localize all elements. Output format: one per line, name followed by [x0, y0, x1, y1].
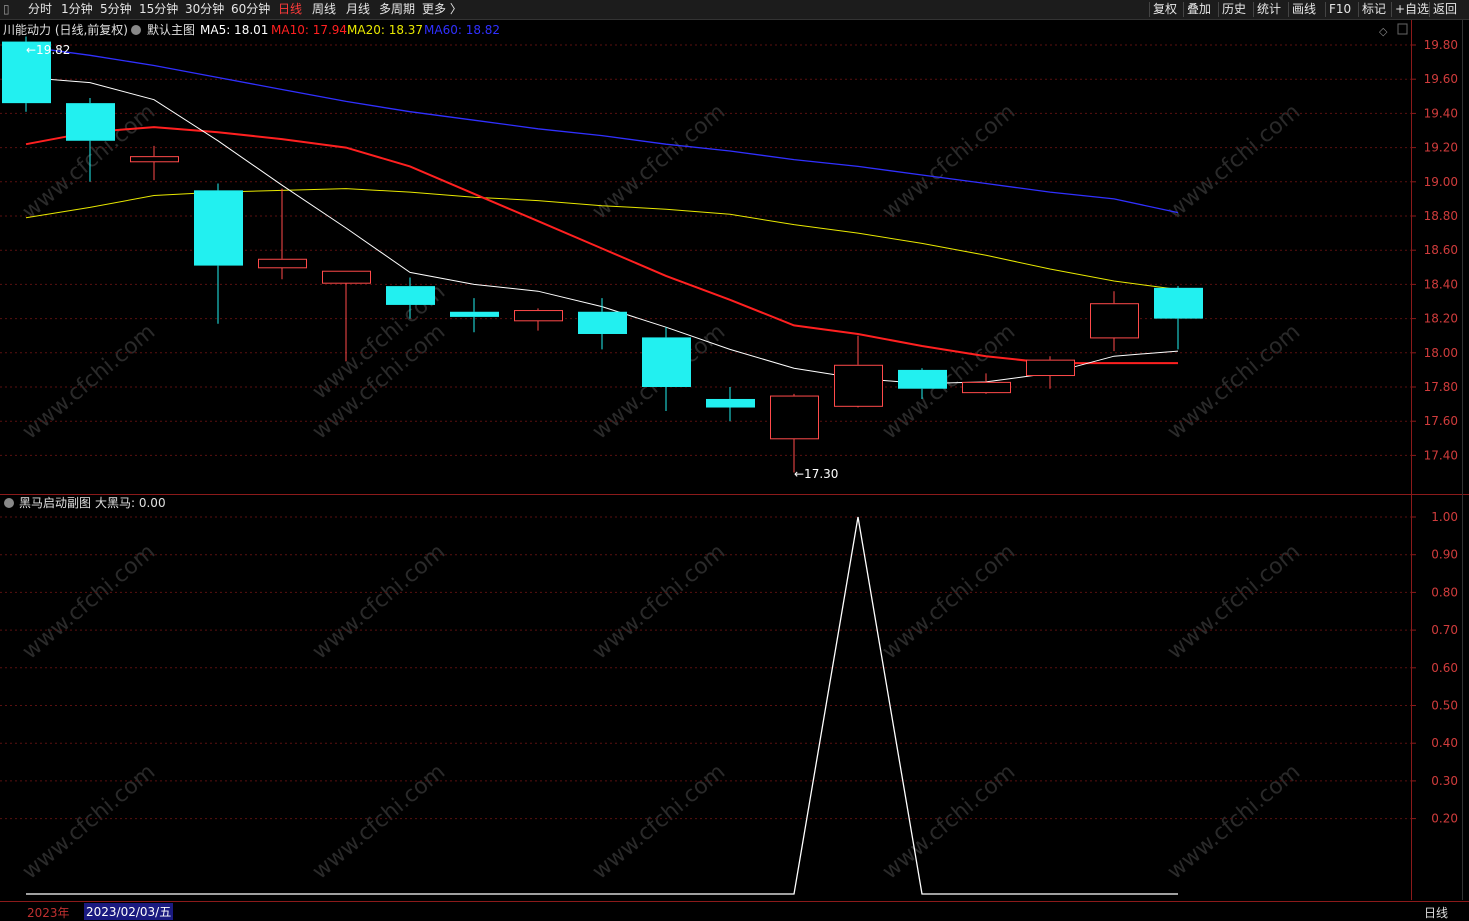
toolbar-separator: [1218, 2, 1219, 17]
indicator-menu-icon[interactable]: [131, 25, 141, 35]
candle-body-down: [706, 398, 755, 408]
ma10-value: MA10: 17.94: [271, 23, 347, 37]
ma60-value: MA60: 18.82: [424, 23, 500, 37]
ma5-value: MA5: 18.01: [200, 23, 268, 37]
tab-m15[interactable]: 15分钟: [139, 1, 178, 18]
dahei-ma-value: 大黑马: 0.00: [95, 496, 166, 510]
btn-lishi[interactable]: 历史: [1222, 1, 1246, 18]
indicator-tick-label: 1.00: [1431, 510, 1458, 524]
price-tick-label: 18.60: [1424, 243, 1458, 257]
candle-body-up: [962, 381, 1011, 394]
indicator-tick-label: 0.20: [1431, 812, 1458, 826]
price-tick-label: 18.20: [1424, 312, 1458, 326]
tab-m30[interactable]: 30分钟: [185, 1, 224, 18]
price-tick-label: 19.00: [1424, 175, 1458, 189]
sub-indicator-menu-icon[interactable]: [4, 498, 14, 508]
diamond-icon: ◇: [1379, 25, 1388, 38]
indicator-tick-label: 0.30: [1431, 774, 1458, 788]
candle-body-up: [834, 364, 883, 407]
btn-biaoji[interactable]: 标记: [1362, 1, 1386, 18]
btn-huaxian[interactable]: 画线: [1292, 1, 1316, 18]
candle-body-up: [1090, 303, 1139, 339]
ma20-value: MA20: 18.37: [347, 23, 423, 37]
price-tick-label: 18.80: [1424, 209, 1458, 223]
price-tick-label: 19.40: [1424, 106, 1458, 120]
year-label: 2023年: [27, 906, 70, 920]
tab-m1[interactable]: 1分钟: [61, 1, 93, 18]
toolbar-separator: [1288, 2, 1289, 17]
tab-min[interactable]: 分时: [28, 1, 52, 18]
indicator-tick-label: 0.40: [1431, 736, 1458, 750]
indicator-tick-label: 0.50: [1431, 699, 1458, 713]
btn-diejia[interactable]: 叠加: [1187, 1, 1211, 18]
btn-fuquan[interactable]: 复权: [1153, 1, 1177, 18]
candle-body-up: [130, 156, 179, 163]
low-annotation: ←17.30: [794, 467, 838, 481]
candle-body-down: [1154, 287, 1203, 319]
tab-m60[interactable]: 60分钟: [231, 1, 270, 18]
toolbar-separator: [1358, 2, 1359, 17]
candle-body-down: [194, 190, 243, 266]
toolbar-separator: [1391, 2, 1392, 17]
candle-body-up: [770, 395, 819, 440]
period-label[interactable]: 日线: [1424, 904, 1448, 921]
indicator-tick-label: 0.70: [1431, 623, 1458, 637]
tab-more[interactable]: 更多 〉: [422, 1, 462, 18]
tab-day[interactable]: 日线: [278, 1, 302, 18]
price-tick-label: 19.60: [1424, 72, 1458, 86]
candle-body-down: [66, 103, 115, 141]
candle-body-down: [450, 311, 499, 317]
candle-body-down: [386, 286, 435, 305]
price-tick-label: 18.00: [1424, 346, 1458, 360]
price-tick-label: 19.20: [1424, 141, 1458, 155]
high-annotation: ←19.82: [26, 43, 70, 57]
toolbar-separator: [1325, 2, 1326, 17]
panel-toggle-icon[interactable]: ▯: [3, 1, 10, 18]
indicator-tick-label: 0.80: [1431, 585, 1458, 599]
tab-m5[interactable]: 5分钟: [100, 1, 132, 18]
price-tick-label: 17.80: [1424, 380, 1458, 394]
price-tick-label: 19.80: [1424, 38, 1458, 52]
indicator-tick-label: 0.60: [1431, 661, 1458, 675]
main-indicator-name: 默认主图: [147, 22, 195, 37]
chart-area: ◇www.cfchi.comwww.cfchi.comwww.cfchi.com…: [0, 20, 1469, 901]
candle-body-up: [258, 258, 307, 269]
candle-body-up: [514, 310, 563, 322]
tab-multi[interactable]: 多周期: [379, 1, 415, 18]
candle-body-down: [578, 311, 627, 334]
tab-month[interactable]: 月线: [346, 1, 370, 18]
toolbar-separator: [1429, 2, 1430, 17]
btn-fanhui[interactable]: 返回: [1433, 1, 1457, 18]
price-tick-label: 17.60: [1424, 414, 1458, 428]
btn-zixuan[interactable]: +自选: [1395, 1, 1429, 18]
sub-indicator-name: 黑马启动副图: [19, 496, 91, 510]
candle-body-down: [642, 337, 691, 387]
date-label: 2023/02/03/五: [84, 903, 174, 920]
bottom-status-bar: 2023年 2023/02/03/五 日线: [0, 901, 1469, 921]
period-toolbar: ▯ 分时 1分钟 5分钟 15分钟 30分钟 60分钟 日线 周线 月线 多周期 更多 〉 复权 叠加 历史…: [0, 0, 1469, 20]
indicator-tick-label: 0.90: [1431, 548, 1458, 562]
candle-body-down: [898, 369, 947, 389]
btn-f10[interactable]: F10: [1329, 1, 1351, 18]
tab-week[interactable]: 周线: [312, 1, 336, 18]
candle-body-up: [322, 270, 371, 284]
toolbar-separator: [1253, 2, 1254, 17]
candle-body-up: [1026, 359, 1075, 377]
btn-tongji[interactable]: 统计: [1257, 1, 1281, 18]
toolbar-separator: [1149, 2, 1150, 17]
price-tick-label: 17.40: [1424, 448, 1458, 462]
stock-title: 川能动力 (日线,前复权): [3, 22, 128, 37]
toolbar-separator: [1183, 2, 1184, 17]
price-tick-label: 18.40: [1424, 277, 1458, 291]
